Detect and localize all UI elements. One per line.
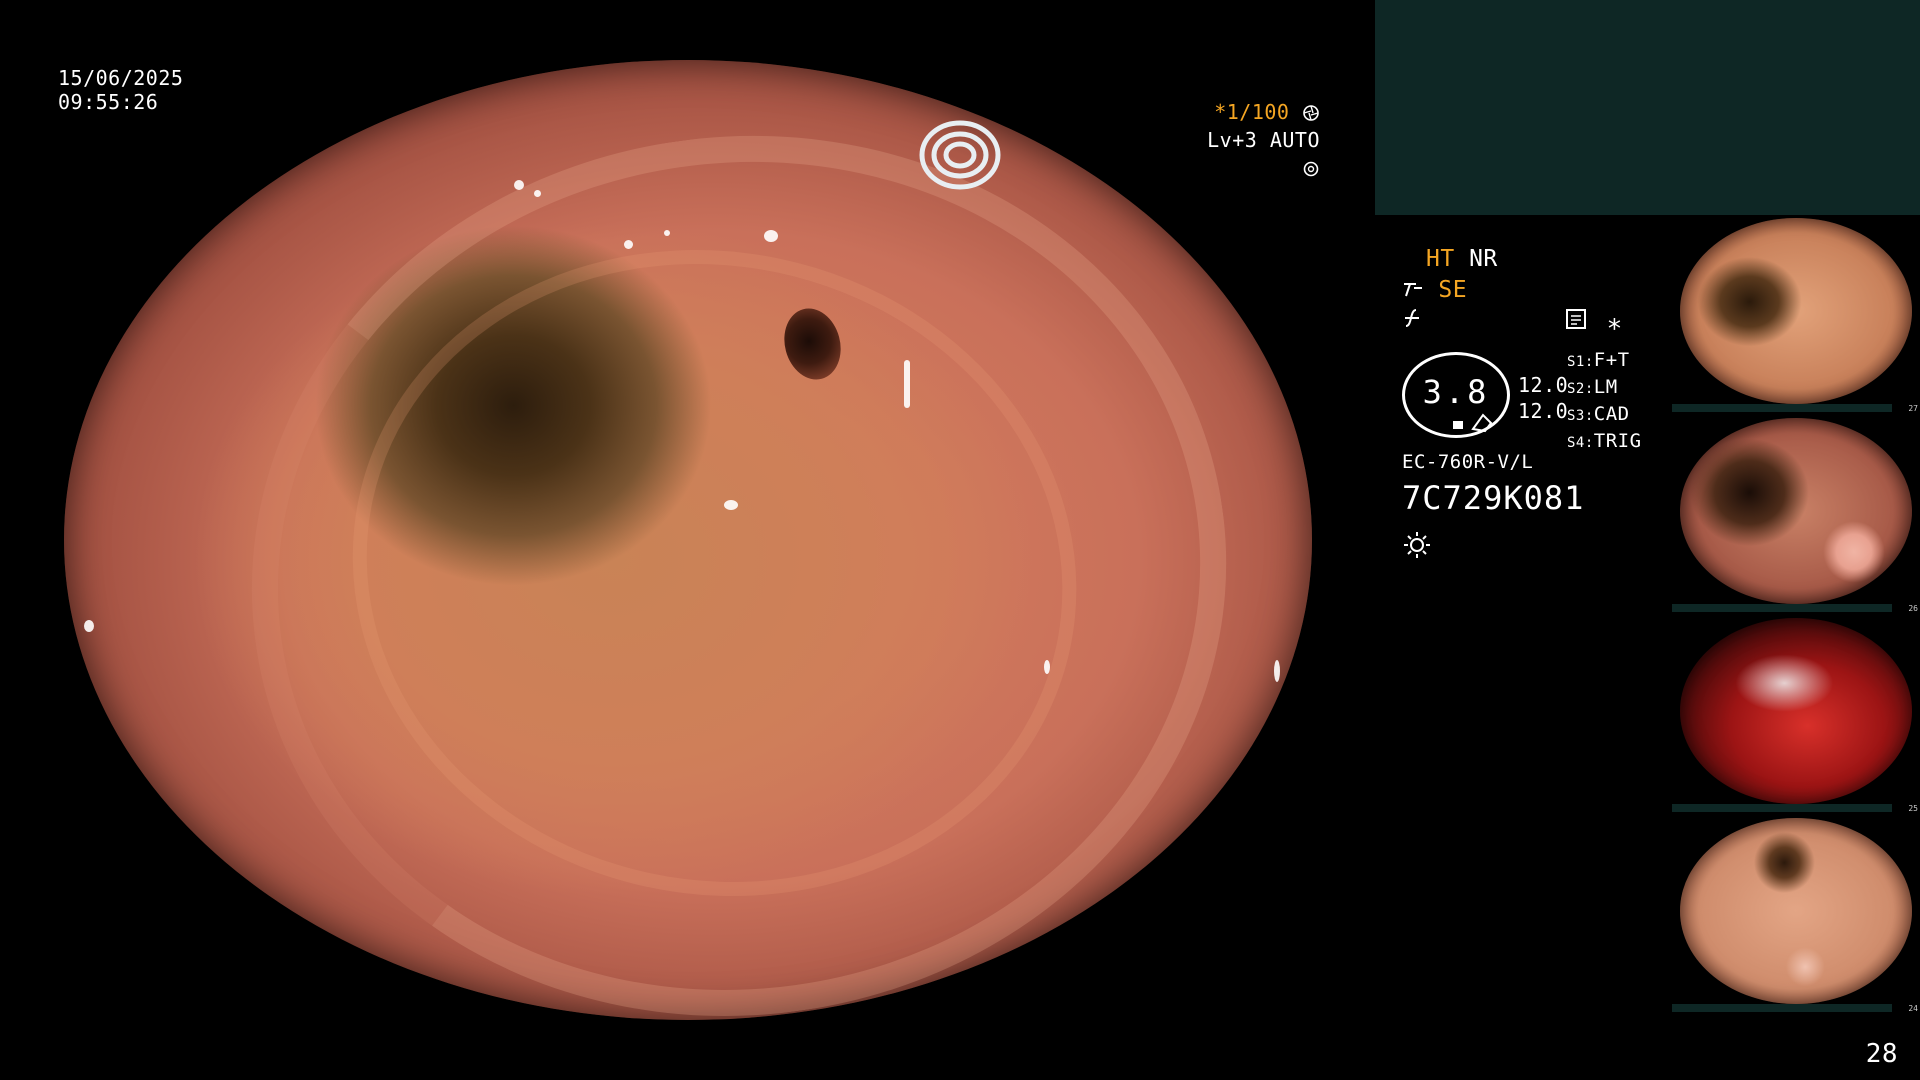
reading-2: 12.0: [1518, 399, 1569, 423]
switch-value: CAD: [1593, 403, 1630, 425]
clip-icon: [919, 120, 1001, 190]
thumbnail[interactable]: 26: [1672, 418, 1920, 612]
thumbnail-image: [1680, 418, 1912, 604]
glint: [514, 180, 524, 190]
switch-value: LM: [1593, 376, 1618, 398]
glint: [1044, 660, 1050, 674]
switch-value: F+T: [1593, 349, 1630, 371]
switch-list: S1:F+T S2:LM S3:CAD S4:TRIG: [1567, 348, 1642, 456]
info-panel: [1375, 0, 1920, 215]
glint: [904, 360, 910, 408]
switch-key: S2:: [1567, 381, 1594, 397]
gauge-marker-icon: [1453, 413, 1493, 433]
reading-1: 12.0: [1518, 373, 1569, 397]
nr-text: NR: [1469, 246, 1498, 272]
endoscopy-view: [64, 60, 1312, 1020]
thumbnail-strip: [1672, 804, 1892, 812]
exposure-info: *1/100 Lv+3 AUTO: [1196, 98, 1320, 182]
scope-serial: 7C729K081: [1402, 479, 1585, 517]
switch-row: S3:CAD: [1567, 402, 1642, 429]
datetime: 15/06/2025 09:55:26: [58, 64, 183, 116]
gear-icon: [1303, 161, 1319, 177]
asterisk-icon: ∗: [1606, 309, 1623, 339]
switch-key: S4:: [1567, 435, 1594, 451]
thumbnail-column: 27 26 25 24: [1672, 218, 1920, 1018]
thumbnail-image: [1680, 218, 1912, 404]
light-icon: [1404, 532, 1430, 558]
page-number: 28: [1865, 1039, 1898, 1069]
glint: [1274, 660, 1280, 682]
mode-text: AUTO: [1269, 128, 1320, 152]
thumbnail-number: 25: [1908, 804, 1918, 812]
glint: [84, 620, 94, 632]
thumbnail[interactable]: 24: [1672, 818, 1920, 1012]
gauge-readings: 12.0 12.0: [1518, 372, 1568, 424]
switch-row: S1:F+T: [1567, 348, 1642, 375]
switch-row: S4:TRIG: [1567, 429, 1642, 456]
glint: [664, 230, 670, 236]
thumbnail-number: 24: [1908, 1004, 1918, 1012]
thumbnail-image: [1680, 818, 1912, 1004]
glint: [764, 230, 778, 242]
glint: [624, 240, 633, 249]
thumbnail-image: [1680, 618, 1912, 804]
ht-text: HT: [1426, 246, 1455, 272]
settings-block: HT NR SE: [1402, 244, 1498, 337]
status-icons: ∗: [1565, 308, 1622, 339]
se-text: SE: [1438, 277, 1468, 303]
glint: [534, 190, 541, 197]
scope-model: EC-760R-V/L: [1402, 451, 1534, 473]
switch-row: S2:LM: [1567, 375, 1642, 402]
thumbnail-strip: [1672, 1004, 1892, 1012]
enhance-icon: [1405, 309, 1419, 327]
memo-icon: [1566, 309, 1586, 329]
gauge-value: 3.8: [1422, 373, 1490, 411]
time-text: 09:55:26: [58, 90, 159, 114]
shutter-text: *1/100: [1214, 100, 1290, 124]
thumbnail[interactable]: 27: [1672, 218, 1920, 412]
switch-key: S3:: [1567, 408, 1594, 424]
thumbnail-number: 27: [1908, 404, 1918, 412]
aperture-icon: [1303, 105, 1319, 121]
thumbnail-strip: [1672, 604, 1892, 612]
thumbnail-strip: [1672, 404, 1892, 412]
se-icon: [1404, 283, 1422, 297]
switch-key: S1:: [1567, 354, 1594, 370]
glint: [724, 500, 738, 510]
thumbnail-number: 26: [1908, 604, 1918, 612]
level-text: Lv+3: [1207, 128, 1258, 152]
scope-gauge: 3.8: [1402, 352, 1510, 438]
thumbnail[interactable]: 25: [1672, 618, 1920, 812]
switch-value: TRIG: [1593, 430, 1642, 452]
